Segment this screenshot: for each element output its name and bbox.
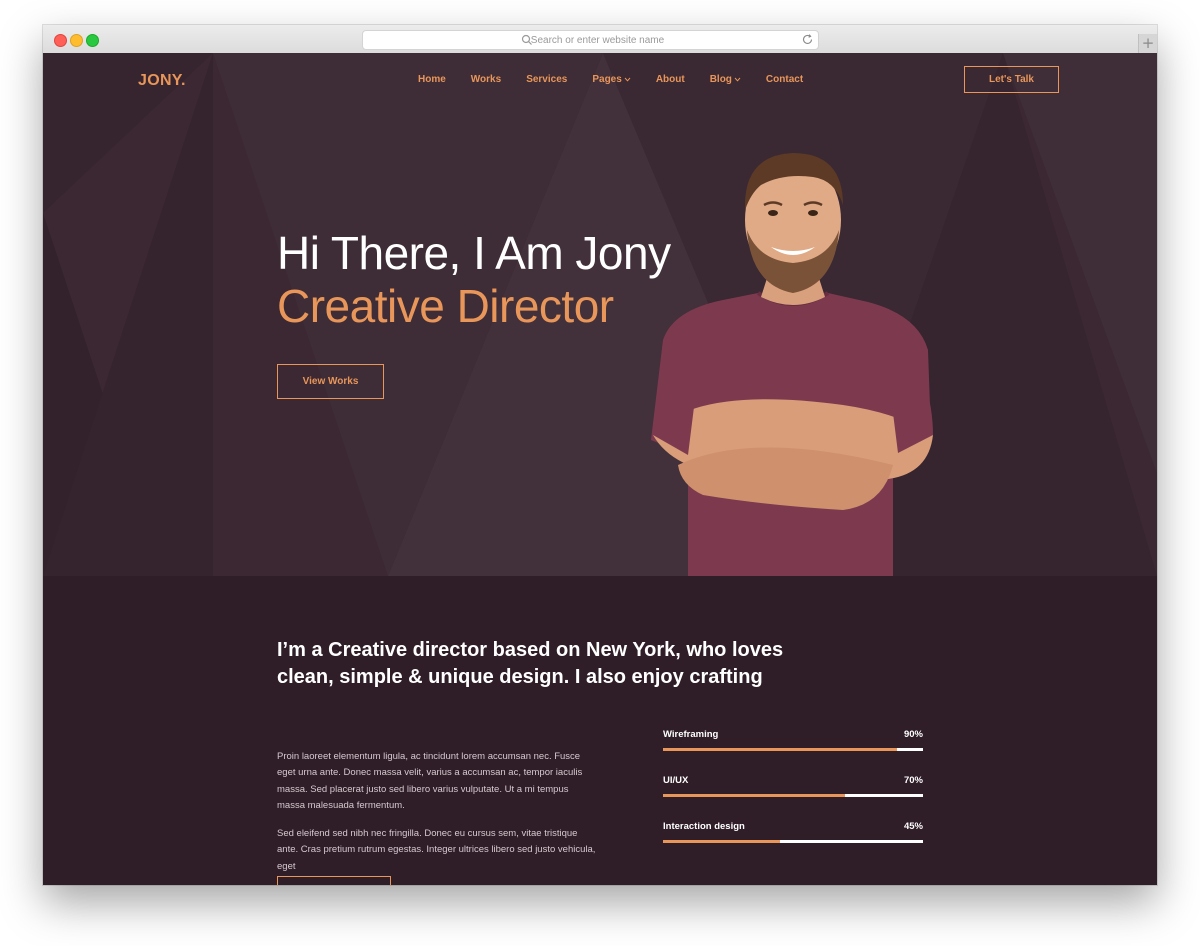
skill-bar-track [663, 794, 923, 797]
about-paragraph: Sed eleifend sed nibh nec fringilla. Don… [277, 827, 596, 872]
zoom-window-button[interactable] [86, 34, 99, 47]
chevron-down-icon [734, 77, 741, 82]
portrait-photo [651, 153, 933, 576]
nav-works[interactable]: Works [471, 74, 501, 85]
view-works-button[interactable]: View Works [277, 364, 384, 399]
skill-percent: 90% [903, 729, 923, 740]
skill-interaction-design: Interaction design 45% [663, 821, 923, 843]
hero-section: JONY. Home Works Services Pages About Bl… [43, 53, 1157, 576]
skill-wireframing: Wireframing 90% [663, 729, 923, 751]
about-more-button[interactable] [277, 876, 391, 885]
new-tab-button[interactable]: + [1138, 34, 1157, 53]
nav-about[interactable]: About [656, 74, 685, 85]
skill-bar-fill [663, 748, 897, 751]
skill-ui-ux: UI/UX 70% [663, 775, 923, 797]
nav-contact[interactable]: Contact [766, 74, 803, 85]
nav-label: Works [470, 74, 502, 85]
nav-label: Home [418, 74, 446, 85]
skill-percent: 45% [903, 821, 923, 832]
site-logo[interactable]: JONY. [138, 72, 186, 90]
nav-label: Pages [592, 74, 622, 85]
chevron-down-icon [624, 77, 631, 82]
about-heading: I’m a Creative director based on New Yor… [277, 639, 784, 688]
nav-pages[interactable]: Pages [592, 74, 631, 85]
nav-label: Services [526, 74, 568, 85]
main-nav: Home Works Services Pages About Blog Con… [418, 74, 828, 85]
nav-label: Blog [709, 74, 732, 85]
nav-label: Contact [765, 74, 804, 85]
skill-percent: 70% [903, 775, 923, 786]
browser-titlebar: Search or enter website name + [43, 25, 1157, 54]
about-section: I’m a Creative director based on New Yor… [43, 576, 1157, 885]
skill-bar-fill [663, 840, 780, 843]
hero-subtitle: Creative Director [277, 280, 614, 332]
skill-bar-fill [663, 794, 845, 797]
skill-bar-track [663, 748, 923, 751]
close-window-button[interactable] [54, 34, 67, 47]
minimize-window-button[interactable] [70, 34, 83, 47]
skill-name: Interaction design [663, 821, 745, 832]
address-bar-placeholder: Search or enter website name [530, 34, 665, 46]
nav-blog[interactable]: Blog [710, 74, 741, 85]
lets-talk-button[interactable]: Let's Talk [964, 66, 1059, 93]
search-icon [521, 34, 532, 45]
nav-home[interactable]: Home [418, 74, 446, 85]
browser-window: Search or enter website name + JONY. Hom… [43, 25, 1157, 885]
skill-name: Wireframing [663, 729, 719, 740]
nav-services[interactable]: Services [526, 74, 567, 85]
reload-icon[interactable] [801, 33, 814, 46]
skill-bar-track [663, 840, 923, 843]
skill-name: UI/UX [663, 775, 689, 786]
nav-label: About [655, 74, 685, 85]
hero-title: Hi There, I Am Jony [277, 227, 671, 279]
address-bar[interactable]: Search or enter website name [362, 30, 819, 50]
about-paragraph: Proin laoreet elementum ligula, ac tinci… [277, 750, 583, 812]
